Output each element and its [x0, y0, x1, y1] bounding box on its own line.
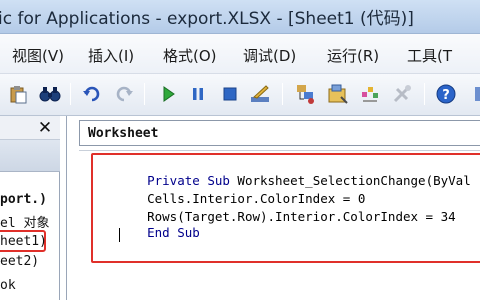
- toolbar-separator: [144, 83, 145, 105]
- tree-item-project[interactable]: port.): [0, 192, 47, 207]
- break-icon[interactable]: [186, 82, 210, 106]
- menu-insert[interactable]: 插入(I): [88, 45, 134, 66]
- pane-toolbar: [0, 140, 60, 172]
- toolbar-separator: [282, 83, 283, 105]
- menu-format[interactable]: 格式(O): [163, 45, 217, 66]
- pane-header: ✕: [0, 116, 60, 140]
- title-bar: ic for Applications - export.XLSX - [She…: [0, 0, 480, 34]
- object-dropdown[interactable]: Worksheet: [79, 120, 480, 146]
- properties-icon[interactable]: [326, 82, 350, 106]
- toolbox-icon[interactable]: [390, 82, 414, 106]
- menu-bar: 视图(V) 插入(I) 格式(O) 调试(D) 运行(R) 工具(T: [0, 34, 480, 74]
- menu-run[interactable]: 运行(R): [327, 45, 379, 66]
- menu-tools[interactable]: 工具(T: [407, 45, 452, 66]
- reset-icon[interactable]: [218, 82, 242, 106]
- run-icon[interactable]: [156, 82, 180, 106]
- code-line-4[interactable]: End Sub: [117, 210, 200, 255]
- menu-view[interactable]: 视图(V): [12, 45, 64, 66]
- tree-item-workbook[interactable]: ok: [0, 278, 16, 293]
- toolbar-separator: [70, 83, 71, 105]
- undo-icon[interactable]: [80, 82, 104, 106]
- help-icon[interactable]: ?: [434, 82, 458, 106]
- toolbar-overflow-icon[interactable]: [466, 82, 480, 106]
- tree-item-sheet1[interactable]: heet1): [0, 234, 47, 249]
- object-dropdown-value: Worksheet: [88, 126, 159, 141]
- toolbar-separator: [424, 83, 425, 105]
- menu-debug[interactable]: 调试(D): [243, 45, 296, 66]
- find-icon[interactable]: [38, 82, 62, 106]
- close-icon[interactable]: ✕: [36, 119, 54, 137]
- project-explorer-icon[interactable]: [294, 82, 318, 106]
- paste-icon[interactable]: [6, 82, 30, 106]
- code-keyword: End Sub: [147, 225, 200, 240]
- project-explorer-pane: ✕ port.) el 对象 eet2) ok: [0, 116, 60, 300]
- object-browser-icon[interactable]: [358, 82, 382, 106]
- tree-item-sheet2[interactable]: eet2): [0, 254, 39, 269]
- svg-text:?: ?: [442, 88, 450, 103]
- redo-icon[interactable]: [112, 82, 136, 106]
- design-mode-icon[interactable]: [248, 82, 272, 106]
- standard-toolbar: ?: [0, 74, 480, 116]
- window-title: ic for Applications - export.XLSX - [She…: [0, 9, 414, 29]
- tree-item-excel-objects[interactable]: el 对象: [0, 212, 49, 231]
- code-window: Worksheet Private Sub Worksheet_Selectio…: [66, 116, 480, 300]
- text-caret: [119, 228, 120, 242]
